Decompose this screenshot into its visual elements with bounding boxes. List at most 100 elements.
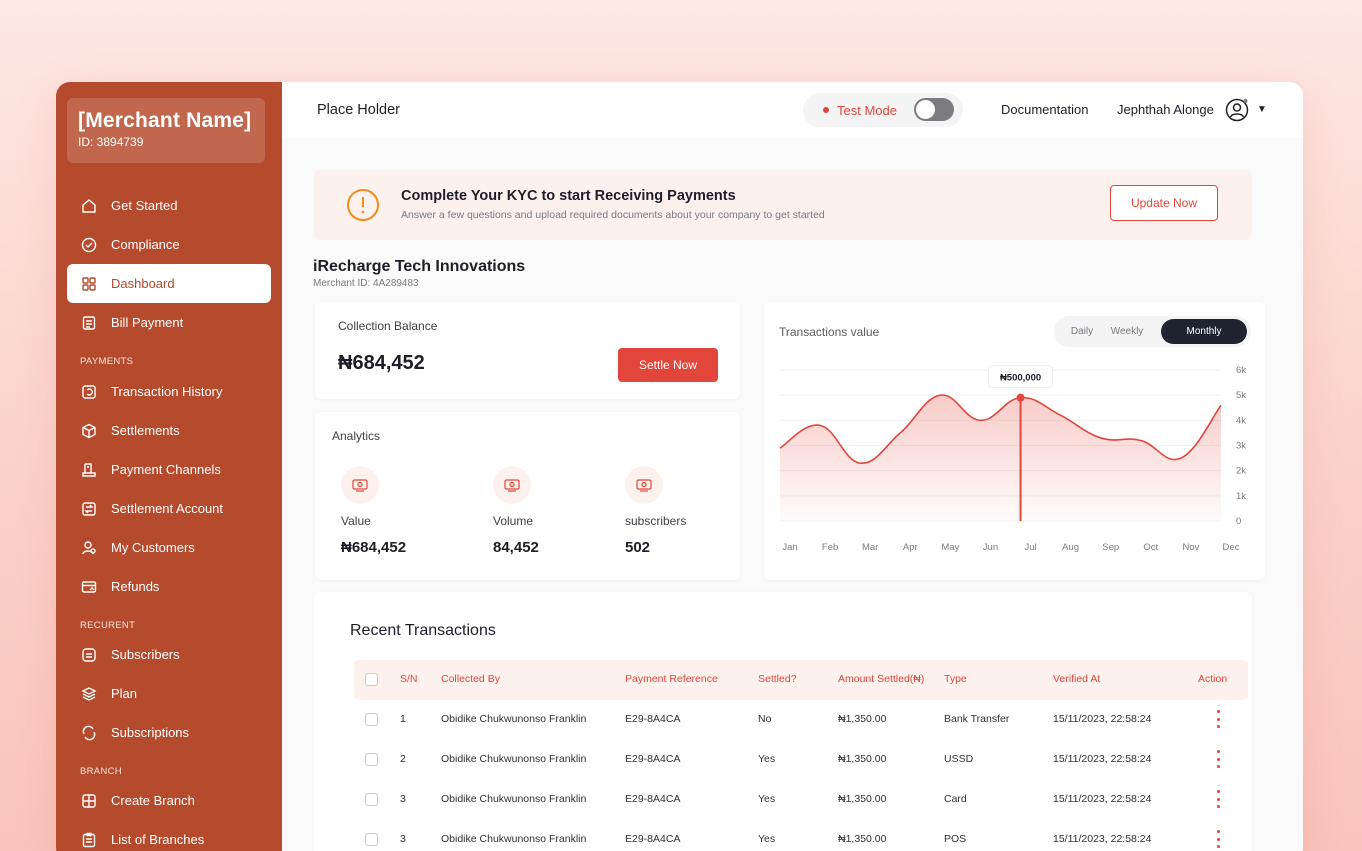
metric-volume: Volume 84,452 (493, 466, 623, 556)
chevron-down-icon[interactable]: ▼ (1257, 104, 1267, 115)
sidebar-item-refunds[interactable]: Refunds (67, 567, 271, 606)
clipboard-icon (80, 831, 98, 849)
sidebar-item-dashboard[interactable]: Dashboard (67, 264, 271, 303)
x-tick-label: Jan (782, 542, 797, 553)
x-tick-label: Jun (983, 542, 998, 553)
merchant-name: [Merchant Name] (78, 109, 252, 132)
sidebar-item-settlement-account[interactable]: Settlement Account (67, 489, 271, 528)
cell-verified-at: 15/11/2023, 22:58:24 (1053, 833, 1152, 845)
collection-balance-card: Collection Balance ₦684,452 Settle Now (315, 302, 740, 399)
sidebar-item-label: Create Branch (111, 793, 195, 808)
column-verified-at: Verified At (1053, 673, 1101, 685)
cell-verified-at: 15/11/2023, 22:58:24 (1053, 793, 1152, 805)
sidebar-item-label: Subscribers (111, 647, 180, 662)
more-actions-icon[interactable] (1214, 750, 1222, 768)
sidebar-item-my-customers[interactable]: My Customers (67, 528, 271, 567)
cell-payment-reference: E29-8A4CA (625, 793, 681, 805)
cell-collected-by: Obidike Chukwunonso Franklin (441, 713, 587, 725)
cash-icon (625, 466, 663, 504)
cell-payment-reference: E29-8A4CA (625, 713, 681, 725)
user-name[interactable]: Jephthah Alonge (1117, 102, 1214, 117)
table-row[interactable]: 3 Obidike Chukwunonso Franklin E29-8A4CA Ye… (354, 820, 1248, 851)
y-tick-label: 0 (1236, 516, 1241, 527)
sidebar-item-label: Compliance (111, 237, 180, 252)
select-all-checkbox[interactable] (365, 673, 378, 686)
sidebar-item-transaction-history[interactable]: Transaction History (67, 372, 271, 411)
kyc-banner: Complete Your KYC to start Receiving Pay… (314, 170, 1252, 240)
cell-settled: Yes (758, 753, 776, 765)
sidebar-item-get-started[interactable]: Get Started (67, 186, 271, 225)
update-now-button[interactable]: Update Now (1110, 185, 1218, 221)
table-header: S/N Collected By Payment Reference Settl… (354, 660, 1248, 700)
section-payments: PAYMENTS (80, 356, 134, 367)
sidebar-item-label: Plan (111, 686, 138, 701)
check-circle-icon (80, 236, 98, 254)
data-point (779, 447, 781, 449)
cell-payment-reference: E29-8A4CA (625, 833, 681, 845)
sidebar-item-label: Settlement Account (111, 501, 224, 516)
settle-now-button[interactable]: Settle Now (618, 348, 718, 382)
x-tick-label: Dec (1223, 542, 1240, 553)
metric-subscribers: subscribers 502 (625, 466, 755, 556)
test-mode-toggle[interactable] (914, 98, 954, 121)
cell-payment-reference: E29-8A4CA (625, 753, 681, 765)
more-actions-icon[interactable] (1214, 710, 1222, 728)
sidebar-item-label: Refunds (111, 579, 160, 594)
cash-icon (493, 466, 531, 504)
y-tick-label: 1k (1236, 491, 1246, 502)
table-row[interactable]: 2 Obidike Chukwunonso Franklin E29-8A4CA Ye… (354, 740, 1248, 780)
x-tick-label: Oct (1143, 542, 1158, 553)
sidebar-item-label: My Customers (111, 540, 195, 555)
row-checkbox[interactable] (365, 753, 378, 766)
toggle-knob (916, 100, 935, 119)
test-mode-pill: Test Mode (803, 93, 963, 127)
sidebar-item-compliance[interactable]: Compliance (67, 225, 271, 264)
more-actions-icon[interactable] (1214, 830, 1222, 848)
metric-value: Value ₦684,452 (341, 466, 471, 556)
cell-collected-by: Obidike Chukwunonso Franklin (441, 753, 587, 765)
table-row[interactable]: 3 Obidike Chukwunonso Franklin E29-8A4CA Ye… (354, 780, 1248, 820)
sidebar-item-label: List of Branches (111, 832, 205, 847)
x-tick-label: Apr (903, 542, 918, 553)
card-icon (80, 578, 98, 596)
y-tick-label: 5k (1236, 390, 1246, 401)
repeat-icon (80, 724, 98, 742)
tooltip-label: ₦500,000 (1000, 373, 1041, 384)
grid-icon (80, 275, 98, 293)
cell-amount: ₦1,350.00 (838, 793, 887, 805)
row-checkbox[interactable] (365, 793, 378, 806)
sidebar-item-settlements[interactable]: Settlements (67, 411, 271, 450)
row-checkbox[interactable] (365, 833, 378, 846)
section-recurent: RECURENT (80, 620, 136, 631)
building-icon (80, 792, 98, 810)
sidebar-item-create-branch[interactable]: Create Branch (67, 781, 271, 820)
documentation-link[interactable]: Documentation (1001, 102, 1088, 117)
cell-verified-at: 15/11/2023, 22:58:24 (1053, 713, 1152, 725)
balance-label: Collection Balance (338, 319, 438, 333)
sidebar-item-bill-payment[interactable]: Bill Payment (67, 303, 271, 342)
sidebar-item-label: Get Started (111, 198, 178, 213)
cell-amount: ₦1,350.00 (838, 833, 887, 845)
y-tick-label: 4k (1236, 415, 1246, 426)
data-point (979, 419, 981, 421)
top-bar: Place Holder Test Mode Documentation Jep… (282, 82, 1303, 138)
transactions-chart-card: Transactions value Daily Weekly Monthly … (764, 302, 1265, 580)
sidebar-item-list-of-branches[interactable]: List of Branches (67, 820, 271, 851)
table-row[interactable]: 1 Obidike Chukwunonso Franklin E29-8A4CA No… (354, 700, 1248, 740)
sidebar-item-subscriptions[interactable]: Subscriptions (67, 713, 271, 752)
metric-label: Value (341, 514, 371, 528)
cell-sn: 1 (400, 713, 406, 725)
sidebar-item-subscribers[interactable]: Subscribers (67, 635, 271, 674)
sidebar-item-label: Payment Channels (111, 462, 221, 477)
cell-settled: Yes (758, 793, 776, 805)
data-point (859, 462, 861, 464)
sidebar-item-payment-channels[interactable]: Payment Channels (67, 450, 271, 489)
sidebar-item-label: Dashboard (111, 276, 175, 291)
user-avatar-icon[interactable] (1225, 98, 1249, 122)
sidebar-item-plan[interactable]: Plan (67, 674, 271, 713)
merchant-card[interactable]: [Merchant Name] ID: 3894739 (67, 98, 265, 163)
recent-transactions-card: Recent Transactions S/N Collected By Pay… (314, 592, 1252, 851)
sidebar-item-label: Subscriptions (111, 725, 190, 740)
more-actions-icon[interactable] (1214, 790, 1222, 808)
row-checkbox[interactable] (365, 713, 378, 726)
